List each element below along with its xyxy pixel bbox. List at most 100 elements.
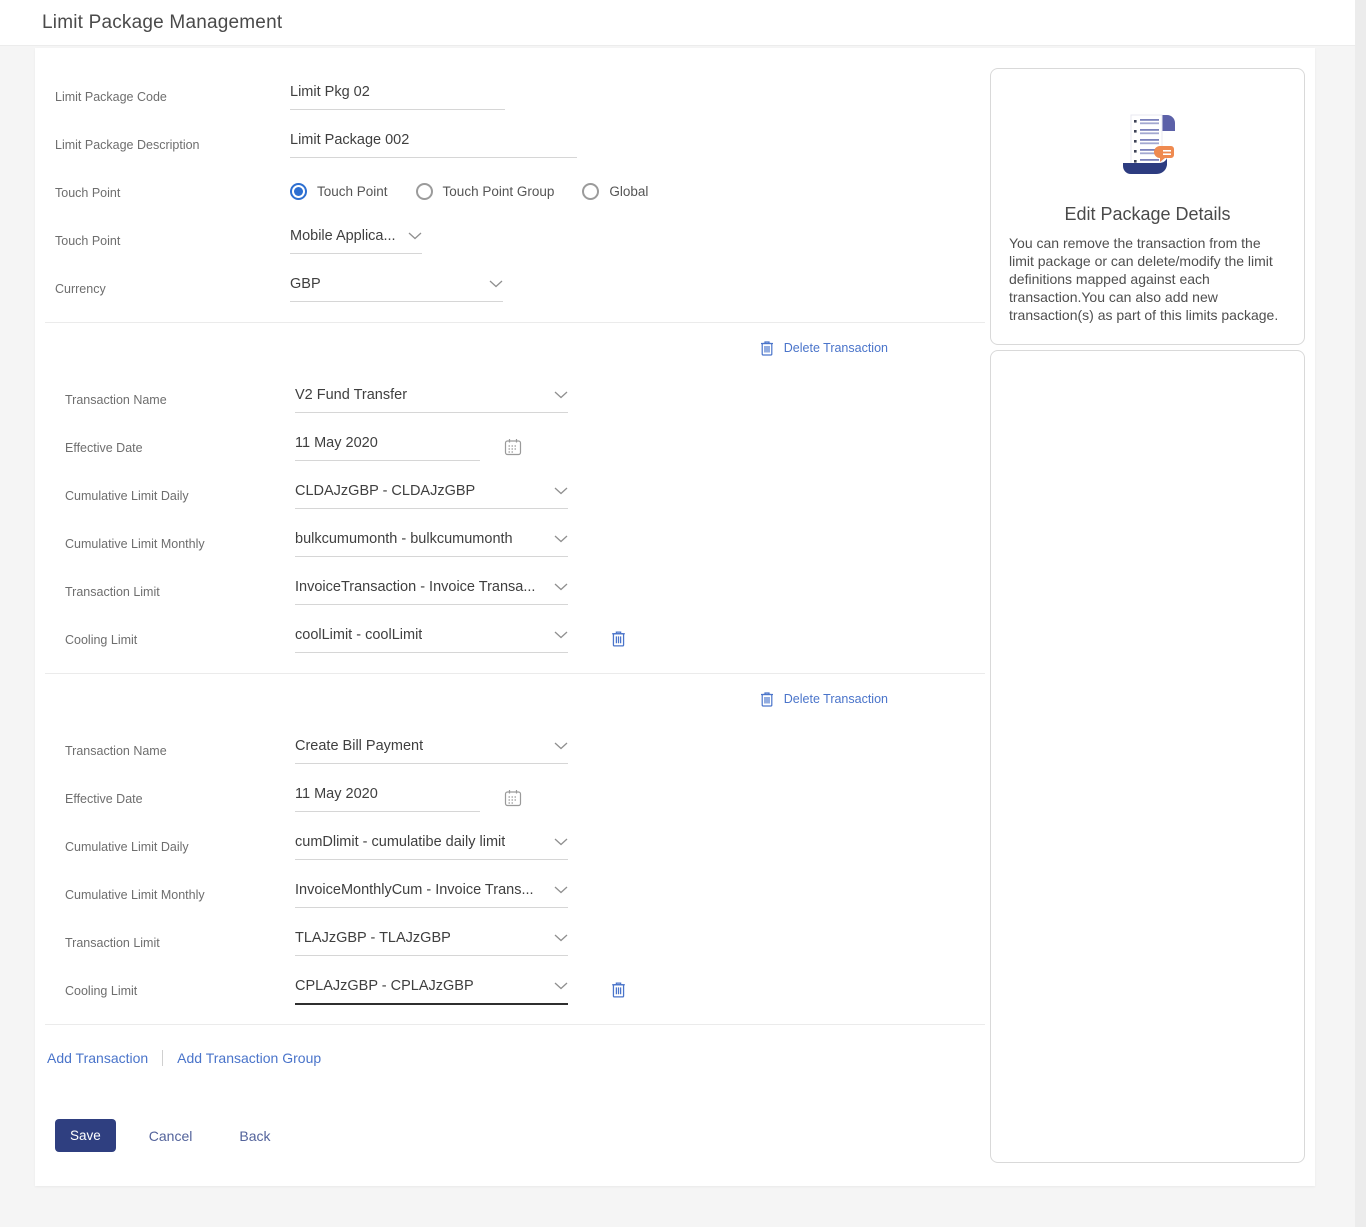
cumulative-limit-daily-row: Cumulative Limit Daily CLDAJzGBP - CLDAJ… [65,481,990,529]
package-code-row: Limit Package Code Limit Pkg 02 [55,82,990,130]
chevron-down-icon [408,232,422,240]
transaction-limit-select[interactable]: TLAJzGBP - TLAJzGBP [295,928,568,956]
cumulative-limit-monthly-row: Cumulative Limit Monthly InvoiceMonthlyC… [65,880,990,928]
page-header: Limit Package Management [0,0,1366,46]
chevron-down-icon [554,742,568,750]
currency-value: GBP [290,276,321,292]
delete-limit-row-button[interactable] [610,629,627,648]
cancel-button[interactable]: Cancel [149,1128,193,1144]
package-description-row: Limit Package Description Limit Package … [55,130,990,178]
radio-unselected-icon [416,183,433,200]
effective-date-input[interactable]: 11 May 2020 [295,433,480,461]
cooling-limit-value: coolLimit - coolLimit [295,627,422,643]
scroll-document-icon [1118,113,1178,177]
delete-transaction-label: Delete Transaction [784,692,888,706]
radio-unselected-icon [582,183,599,200]
package-details-section: Limit Package Code Limit Pkg 02 Limit Pa… [35,82,990,322]
cooling-limit-row: Cooling Limit CPLAJzGBP - CPLAJzGBP [65,976,990,1024]
touch-point-select-value: Mobile Applica... [290,228,396,244]
effective-date-value: 11 May 2020 [295,786,378,802]
cooling-limit-select[interactable]: CPLAJzGBP - CPLAJzGBP [295,976,568,1005]
package-code-input[interactable]: Limit Pkg 02 [290,82,505,110]
transaction-name-value: V2 Fund Transfer [295,387,407,403]
transaction-limit-label: Transaction Limit [65,928,295,950]
cooling-limit-row: Cooling Limit coolLimit - coolLimit [65,625,990,673]
radio-touch-point[interactable]: Touch Point [290,183,388,200]
transaction-name-select[interactable]: V2 Fund Transfer [295,385,568,413]
cooling-limit-select[interactable]: coolLimit - coolLimit [295,625,568,653]
transaction-section-2: Delete Transaction Transaction Name Crea… [35,674,990,1024]
transaction-name-value: Create Bill Payment [295,738,423,754]
chevron-down-icon [554,934,568,942]
page-title: Limit Package Management [42,12,282,34]
cumulative-limit-daily-select[interactable]: CLDAJzGBP - CLDAJzGBP [295,481,568,509]
transaction-1-fields: Transaction Name V2 Fund Transfer Effect… [65,323,990,673]
package-description-value: Limit Package 002 [290,132,409,148]
delete-limit-row-button[interactable] [610,980,627,999]
touch-point-select-label: Touch Point [55,226,290,248]
transaction-limit-value: TLAJzGBP - TLAJzGBP [295,930,451,946]
package-code-label: Limit Package Code [55,82,290,104]
radio-touch-point-group[interactable]: Touch Point Group [416,183,555,200]
cumulative-limit-monthly-value: InvoiceMonthlyCum - Invoice Trans... [295,882,534,898]
chevron-down-icon [554,583,568,591]
currency-row: Currency GBP [55,274,990,322]
effective-date-input[interactable]: 11 May 2020 [295,784,480,812]
touch-point-radio-group: Touch Point Touch Point Group Global [290,178,648,200]
cumulative-limit-monthly-label: Cumulative Limit Monthly [65,529,295,551]
delete-transaction-label: Delete Transaction [784,341,888,355]
help-panel-description: You can remove the transaction from the … [991,225,1304,325]
transaction-limit-value: InvoiceTransaction - Invoice Transa... [295,579,535,595]
effective-date-row: Effective Date 11 May 2020 [65,433,990,481]
action-buttons-row: Save Cancel Back [55,1119,990,1152]
trash-icon [759,339,775,357]
delete-transaction-button[interactable]: Delete Transaction [759,690,888,708]
radio-global[interactable]: Global [582,183,648,200]
chevron-down-icon [554,391,568,399]
calendar-icon[interactable] [504,438,522,456]
effective-date-label: Effective Date [65,433,295,455]
transaction-name-select[interactable]: Create Bill Payment [295,736,568,764]
cooling-limit-value: CPLAJzGBP - CPLAJzGBP [295,978,474,994]
add-transaction-group-link[interactable]: Add Transaction Group [177,1050,321,1066]
cumulative-limit-daily-value: CLDAJzGBP - CLDAJzGBP [295,483,475,499]
transaction-limit-select[interactable]: InvoiceTransaction - Invoice Transa... [295,577,568,605]
cumulative-limit-monthly-value: bulkcumumonth - bulkcumumonth [295,531,513,547]
help-panel: Edit Package Details You can remove the … [990,68,1305,1163]
help-panel-title: Edit Package Details [991,204,1304,225]
cooling-limit-label: Cooling Limit [65,976,295,998]
cumulative-limit-monthly-select[interactable]: bulkcumumonth - bulkcumumonth [295,529,568,557]
add-transaction-link[interactable]: Add Transaction [47,1050,148,1066]
chevron-down-icon [554,982,568,990]
cooling-limit-label: Cooling Limit [65,625,295,647]
scrollbar[interactable] [1355,0,1366,1227]
currency-select[interactable]: GBP [290,274,503,302]
transaction-name-label: Transaction Name [65,736,295,758]
cumulative-limit-monthly-select[interactable]: InvoiceMonthlyCum - Invoice Trans... [295,880,568,908]
transaction-limit-row: Transaction Limit InvoiceTransaction - I… [65,577,990,625]
cumulative-limit-daily-value: cumDlimit - cumulatibe daily limit [295,834,505,850]
back-button[interactable]: Back [239,1128,270,1144]
cumulative-limit-daily-select[interactable]: cumDlimit - cumulatibe daily limit [295,832,568,860]
transaction-name-row: Transaction Name V2 Fund Transfer [65,385,990,433]
package-description-label: Limit Package Description [55,130,290,152]
chevron-down-icon [554,631,568,639]
vertical-separator [162,1050,163,1066]
cumulative-limit-daily-label: Cumulative Limit Daily [65,832,295,854]
edit-package-details-card: Edit Package Details You can remove the … [990,68,1305,345]
chevron-down-icon [554,487,568,495]
package-description-input[interactable]: Limit Package 002 [290,130,577,158]
touch-point-select[interactable]: Mobile Applica... [290,226,422,254]
add-links-row: Add Transaction Add Transaction Group [35,1025,990,1073]
currency-label: Currency [55,274,290,296]
touch-point-radio-row: Touch Point Touch Point Touch Point Grou… [55,178,990,226]
chevron-down-icon [554,838,568,846]
save-button[interactable]: Save [55,1119,116,1152]
transaction-name-label: Transaction Name [65,385,295,407]
radio-touch-point-group-label: Touch Point Group [443,184,555,199]
effective-date-value: 11 May 2020 [295,435,378,451]
calendar-icon[interactable] [504,789,522,807]
transaction-limit-row: Transaction Limit TLAJzGBP - TLAJzGBP [65,928,990,976]
delete-transaction-button[interactable]: Delete Transaction [759,339,888,357]
radio-selected-icon [290,183,307,200]
